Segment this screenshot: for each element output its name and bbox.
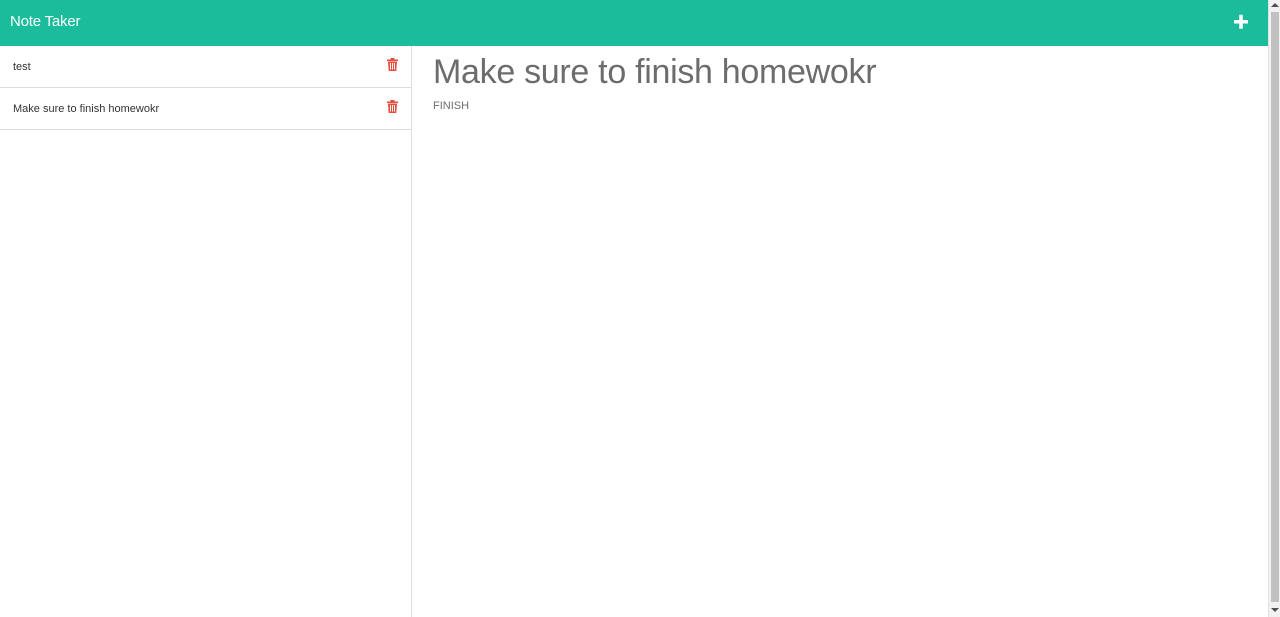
plus-icon — [1234, 14, 1248, 29]
note-list-item[interactable]: test — [0, 46, 411, 88]
note-title-field[interactable]: Make sure to finish homewokr — [433, 51, 877, 93]
trash-icon[interactable] — [387, 58, 398, 71]
note-list: test Make sure to finish homewokr — [0, 46, 412, 617]
app-title[interactable]: Note Taker — [10, 13, 80, 31]
trash-icon[interactable] — [387, 100, 398, 113]
scroll-down-arrow-icon[interactable] — [1271, 608, 1279, 612]
note-list-item[interactable]: Make sure to finish homewokr — [0, 88, 411, 130]
navbar: Note Taker — [0, 0, 1268, 46]
note-list-item-title[interactable]: Make sure to finish homewokr — [13, 102, 159, 116]
new-note-button[interactable] — [1227, 9, 1255, 35]
vertical-scrollbar[interactable] — [1268, 0, 1280, 617]
note-list-item-title[interactable]: test — [13, 60, 31, 74]
note-detail: Make sure to finish homewokr FINISH — [412, 46, 1268, 617]
note-text-field[interactable]: FINISH — [433, 99, 469, 113]
scroll-up-arrow-icon[interactable] — [1271, 3, 1279, 7]
scrollbar-thumb[interactable] — [1271, 12, 1279, 602]
